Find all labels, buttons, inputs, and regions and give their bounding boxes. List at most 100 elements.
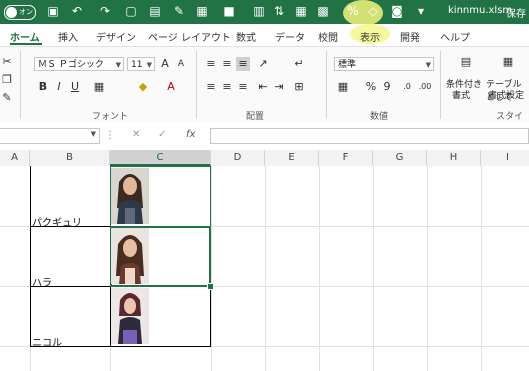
increase-indent-icon[interactable]: ⇥ <box>272 80 286 94</box>
col-header-b[interactable]: B <box>30 150 110 166</box>
cell-b-name[interactable]: ニコル <box>32 334 62 349</box>
align-bottom-icon[interactable]: ≡ <box>236 57 250 71</box>
title-bar: オン ▣ ↶ ↷ ▢ ▤ ✎ ▦ ■ ▥ ⇅ ▦ ▩ % ◇ ◙ ▾ kinnm… <box>0 0 529 26</box>
tab-help[interactable]: ヘルプ <box>440 29 470 44</box>
borders-button-icon[interactable]: ▦ <box>92 80 106 94</box>
number-format-select[interactable]: 標準 ▼ <box>334 57 434 71</box>
col-header-c[interactable]: C <box>110 150 211 166</box>
grid-line <box>319 166 320 371</box>
camera-icon[interactable]: ◙ <box>390 4 404 18</box>
tab-data[interactable]: データ <box>275 29 305 44</box>
decrease-decimal-icon[interactable]: .00 <box>418 80 432 94</box>
fill-color-button-icon[interactable]: ◆ <box>136 80 150 94</box>
grid-line <box>373 166 374 371</box>
tab-page-layout[interactable]: ページ レイアウト <box>148 29 231 44</box>
group-label-number: 数値 <box>370 112 389 122</box>
customize-qat-icon[interactable]: ▾ <box>414 4 428 18</box>
align-center-icon[interactable]: ≡ <box>220 80 234 94</box>
enter-icon[interactable]: ✓ <box>158 129 166 140</box>
tab-developer[interactable]: 開発 <box>400 29 420 44</box>
ribbon-tabs: ホーム 挿入 デザイン ページ レイアウト 数式 データ 校閲 表示 開発 ヘル… <box>0 24 529 47</box>
borders-icon[interactable]: ▦ <box>195 4 209 18</box>
col-header-h[interactable]: H <box>427 150 481 166</box>
font-size-value: 11 <box>131 60 143 70</box>
percent-style-icon[interactable]: % <box>364 80 378 94</box>
font-size-select[interactable]: 11 ▼ <box>127 57 155 71</box>
col-header-a[interactable]: A <box>0 150 30 166</box>
calculator-icon[interactable]: ▥ <box>252 4 266 18</box>
align-left-icon[interactable]: ≡ <box>204 80 218 94</box>
font-color-button-icon[interactable]: A <box>164 80 178 94</box>
conditional-format-icon[interactable]: ▤ <box>458 55 474 69</box>
worksheet-grid[interactable]: パクギュリ ハラ ニコル <box>0 166 529 371</box>
fill-color-icon[interactable]: ■ <box>222 4 236 18</box>
cell-b-name[interactable]: パクギュリ <box>32 214 82 229</box>
grow-font-icon[interactable]: A <box>158 57 172 71</box>
file-name: kinnmu.xlsm <box>448 5 513 16</box>
col-header-i[interactable]: I <box>481 150 529 166</box>
autosave-toggle[interactable]: オン <box>4 5 36 20</box>
font-name-value: ＭＳ Ｐゴシック <box>38 60 104 70</box>
eraser-icon[interactable]: ◇ <box>366 4 380 18</box>
save-icon[interactable]: ▣ <box>46 4 60 18</box>
redo-icon[interactable]: ↷ <box>98 4 112 18</box>
bold-button[interactable]: B <box>36 80 50 94</box>
separator <box>440 51 441 119</box>
format-as-table-label2[interactable]: 書式設定 <box>488 88 524 101</box>
increase-decimal-icon[interactable]: .0 <box>400 80 414 94</box>
font-name-select[interactable]: ＭＳ Ｐゴシック ▼ <box>34 57 124 71</box>
align-right-icon[interactable]: ≡ <box>236 80 250 94</box>
percent-icon[interactable]: % <box>346 4 360 18</box>
more-options-icon: ⋮ <box>105 130 115 141</box>
col-header-g[interactable]: G <box>373 150 427 166</box>
photo-image[interactable] <box>111 228 149 284</box>
comma-style-icon[interactable]: 9 <box>380 80 394 94</box>
format-as-table-icon[interactable]: ▦ <box>500 55 516 69</box>
tab-review[interactable]: 校閲 <box>318 29 338 44</box>
ribbon: ✂ ❐ ✎ ＭＳ Ｐゴシック ▼ 11 ▼ A A B I U ▦ ◆ A フォント… <box>0 47 529 135</box>
paste-format-icon[interactable]: ✎ <box>0 91 14 105</box>
col-header-d[interactable]: D <box>211 150 265 166</box>
column-headers: A B C D E F G H I <box>0 150 529 167</box>
align-top-icon[interactable]: ≡ <box>204 57 218 71</box>
photo-image[interactable] <box>111 168 149 224</box>
cancel-icon[interactable]: ✕ <box>132 129 140 140</box>
merge-center-icon[interactable]: ⊞ <box>292 80 306 94</box>
undo-icon[interactable]: ↶ <box>70 4 84 18</box>
cell-b-name[interactable]: ハラ <box>32 274 52 289</box>
formula-bar: ▼ ⋮ ✕ ✓ fx <box>0 122 529 151</box>
tab-home[interactable]: ホーム <box>10 29 40 44</box>
name-box[interactable]: ▼ <box>0 128 100 144</box>
copy-icon[interactable]: ❐ <box>0 73 14 87</box>
chevron-down-icon: ▼ <box>90 130 96 138</box>
tab-view[interactable]: 表示 <box>360 29 380 44</box>
shrink-font-icon[interactable]: A <box>174 57 188 71</box>
chart-icon[interactable]: ▩ <box>316 4 330 18</box>
tab-design[interactable]: デザイン <box>96 29 136 44</box>
underline-button[interactable]: U <box>68 80 82 94</box>
table-icon[interactable]: ▦ <box>294 4 308 18</box>
col-header-f[interactable]: F <box>319 150 373 166</box>
formula-input[interactable] <box>210 128 529 144</box>
photo-image[interactable] <box>111 288 149 344</box>
align-middle-icon[interactable]: ≡ <box>220 57 234 71</box>
number-format-value: 標準 <box>338 60 357 70</box>
print-preview-icon[interactable]: ▤ <box>148 4 162 18</box>
orientation-icon[interactable]: ↗ <box>256 57 270 71</box>
group-label-font: フォント <box>92 112 129 122</box>
cut-icon[interactable]: ✂ <box>0 55 14 69</box>
decrease-indent-icon[interactable]: ⇤ <box>256 80 270 94</box>
tab-formulas[interactable]: 数式 <box>236 29 256 44</box>
format-painter-icon[interactable]: ✎ <box>172 4 186 18</box>
fill-handle[interactable] <box>207 283 214 290</box>
tab-insert[interactable]: 挿入 <box>58 29 78 44</box>
conditional-format-label2[interactable]: 書式 <box>452 88 470 101</box>
col-header-e[interactable]: E <box>265 150 319 166</box>
accounting-format-icon[interactable]: ▦ <box>336 80 350 94</box>
insert-function-icon[interactable]: fx <box>186 129 195 140</box>
new-file-icon[interactable]: ▢ <box>124 4 138 18</box>
sort-icon[interactable]: ⇅ <box>272 4 286 18</box>
wrap-text-icon[interactable]: ↵ <box>292 57 306 71</box>
italic-button[interactable]: I <box>52 80 66 94</box>
separator <box>196 51 197 119</box>
